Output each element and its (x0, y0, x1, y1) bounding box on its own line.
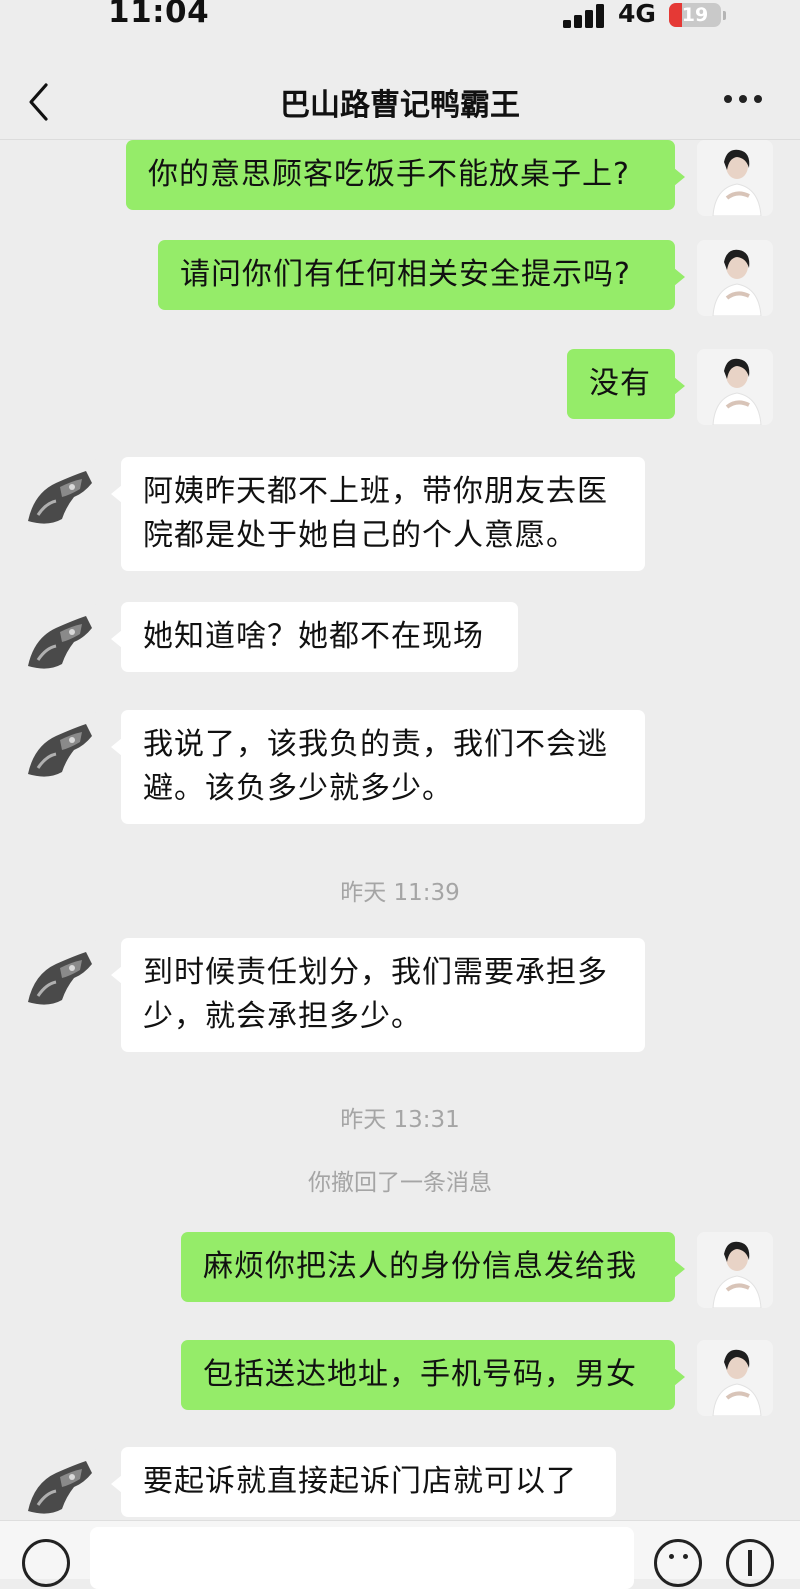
recall-notice: 你撤回了一条消息 (308, 1170, 492, 1196)
more-dots-icon[interactable] (724, 95, 764, 105)
emoji-icon[interactable] (654, 1539, 702, 1587)
message-input[interactable] (90, 1527, 634, 1589)
self-avatar[interactable] (697, 140, 773, 216)
sent-message-bubble[interactable]: 麻烦你把法人的身份信息发给我 (181, 1232, 685, 1302)
sent-message-bubble[interactable]: 请问你们有任何相关安全提示吗? (158, 240, 685, 310)
self-avatar[interactable] (697, 1340, 773, 1416)
signal-icon (563, 4, 607, 28)
sent-message-bubble[interactable]: 没有 (567, 349, 685, 419)
contact-avatar[interactable] (22, 1447, 98, 1520)
received-message-bubble[interactable]: 我说了，该我负的责，我们不会逃避。该负多少就多少。 (111, 710, 645, 824)
sent-message-bubble[interactable]: 包括送达地址，手机号码，男女 (181, 1340, 685, 1410)
received-message-bubble[interactable]: 要起诉就直接起诉门店就可以了 (111, 1447, 616, 1517)
contact-avatar[interactable] (22, 602, 98, 678)
voice-icon[interactable] (22, 1539, 70, 1587)
chat-timestamp: 昨天 13:31 (340, 1107, 460, 1133)
chevron-left-icon[interactable] (26, 82, 52, 122)
battery-cap (723, 11, 726, 20)
status-time: 11:04 (108, 0, 210, 30)
battery-icon: 19 (669, 3, 721, 27)
sent-message-bubble[interactable]: 你的意思顾客吃饭手不能放桌子上? (126, 140, 685, 210)
contact-avatar[interactable] (22, 457, 98, 533)
self-avatar[interactable] (697, 240, 773, 316)
plus-icon[interactable] (726, 1539, 774, 1587)
network-type: 4G (618, 0, 656, 28)
contact-avatar[interactable] (22, 710, 98, 786)
received-message-bubble[interactable]: 她知道啥？她都不在现场 (111, 602, 518, 672)
status-bar: 11:04 4G 19 (0, 0, 800, 50)
received-message-bubble[interactable]: 到时候责任划分，我们需要承担多少，就会承担多少。 (111, 938, 645, 1052)
received-message-bubble[interactable]: 阿姨昨天都不上班，带你朋友去医院都是处于她自己的个人意愿。 (111, 457, 645, 571)
chat-title: 巴山路曹记鸭霸王 (280, 88, 520, 123)
chat-timestamp: 昨天 11:39 (340, 880, 460, 906)
nav-bar: 巴山路曹记鸭霸王 (0, 50, 800, 140)
contact-avatar[interactable] (22, 938, 98, 1014)
self-avatar[interactable] (697, 1232, 773, 1308)
self-avatar[interactable] (697, 349, 773, 425)
chat-area[interactable]: 你的意思顾客吃饭手不能放桌子上? 请问你们有任何相关安全提示吗? 没有阿姨昨天都不上… (0, 140, 800, 1520)
input-bar (0, 1520, 800, 1589)
battery-level: 19 (681, 4, 709, 26)
